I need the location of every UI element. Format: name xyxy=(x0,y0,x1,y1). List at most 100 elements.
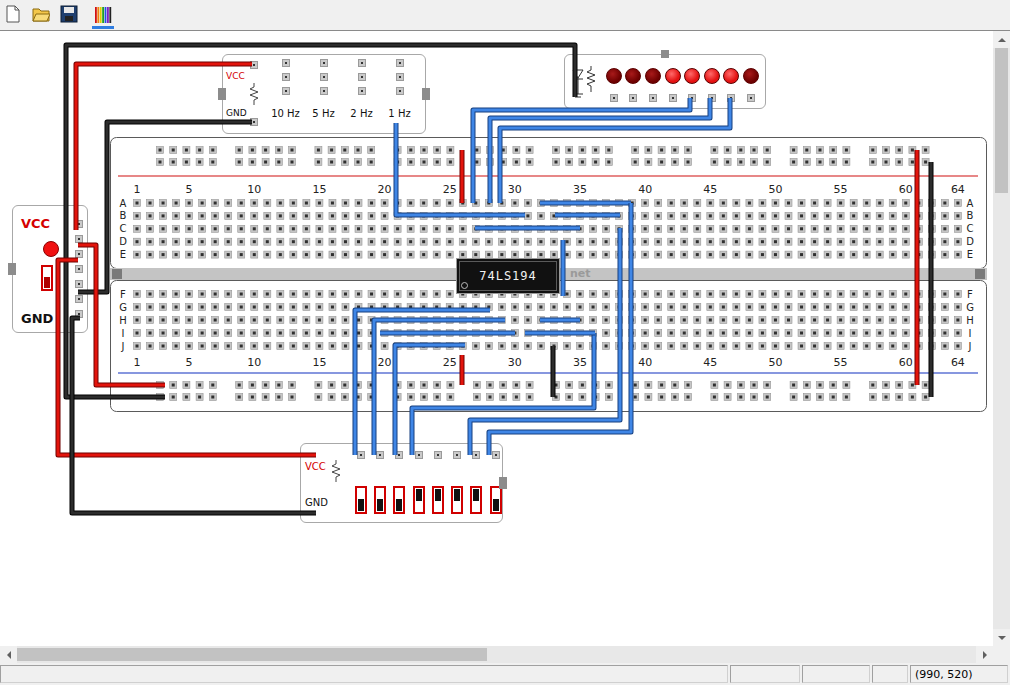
hole[interactable] xyxy=(772,238,779,245)
pin[interactable] xyxy=(727,94,735,102)
hole[interactable] xyxy=(511,330,518,337)
hole[interactable] xyxy=(251,238,258,245)
hole[interactable] xyxy=(446,291,453,298)
hole[interactable] xyxy=(513,394,520,401)
hole[interactable] xyxy=(173,225,180,232)
hole[interactable] xyxy=(605,382,612,389)
hole[interactable] xyxy=(511,304,518,311)
hole[interactable] xyxy=(550,330,557,337)
blue-wire[interactable] xyxy=(563,240,564,296)
hole[interactable] xyxy=(772,251,779,258)
hole[interactable] xyxy=(485,330,492,337)
hole[interactable] xyxy=(642,200,649,207)
hole[interactable] xyxy=(837,251,844,258)
hole[interactable] xyxy=(694,330,701,337)
pin[interactable] xyxy=(320,87,328,95)
hole[interactable] xyxy=(671,382,678,389)
hole[interactable] xyxy=(394,251,401,258)
hole[interactable] xyxy=(264,238,271,245)
hole[interactable] xyxy=(487,382,494,389)
hole[interactable] xyxy=(902,343,909,350)
hole[interactable] xyxy=(746,304,753,311)
hole[interactable] xyxy=(368,238,375,245)
hole[interactable] xyxy=(746,343,753,350)
hole[interactable] xyxy=(941,200,948,207)
hole[interactable] xyxy=(238,251,245,258)
hole[interactable] xyxy=(487,147,494,154)
hole[interactable] xyxy=(368,317,375,324)
hole[interactable] xyxy=(616,225,623,232)
hole[interactable] xyxy=(186,304,193,311)
hole[interactable] xyxy=(160,343,167,350)
hole[interactable] xyxy=(603,238,610,245)
hole[interactable] xyxy=(236,394,243,401)
hole[interactable] xyxy=(173,330,180,337)
hole[interactable] xyxy=(629,291,636,298)
hole[interactable] xyxy=(928,317,935,324)
pin[interactable] xyxy=(282,59,290,67)
hole[interactable] xyxy=(876,212,883,219)
hole[interactable] xyxy=(447,159,454,166)
hole[interactable] xyxy=(655,238,662,245)
hole[interactable] xyxy=(928,251,935,258)
pin[interactable] xyxy=(649,94,657,102)
hole[interactable] xyxy=(681,212,688,219)
hole[interactable] xyxy=(289,147,296,154)
hole[interactable] xyxy=(238,225,245,232)
hole[interactable] xyxy=(655,251,662,258)
hole[interactable] xyxy=(811,317,818,324)
hole[interactable] xyxy=(147,317,154,324)
hole[interactable] xyxy=(751,147,758,154)
hole[interactable] xyxy=(616,330,623,337)
hole[interactable] xyxy=(733,200,740,207)
hole[interactable] xyxy=(355,159,362,166)
hole[interactable] xyxy=(381,343,388,350)
hole[interactable] xyxy=(277,330,284,337)
hole[interactable] xyxy=(658,159,665,166)
hole[interactable] xyxy=(173,251,180,258)
hole[interactable] xyxy=(511,212,518,219)
hole[interactable] xyxy=(772,212,779,219)
hole[interactable] xyxy=(407,317,414,324)
hole[interactable] xyxy=(837,330,844,337)
hole[interactable] xyxy=(264,343,271,350)
hole[interactable] xyxy=(642,304,649,311)
hole[interactable] xyxy=(863,317,870,324)
hole[interactable] xyxy=(209,382,216,389)
hole[interactable] xyxy=(720,343,727,350)
hole[interactable] xyxy=(420,343,427,350)
hole[interactable] xyxy=(251,200,258,207)
hole[interactable] xyxy=(759,225,766,232)
hole[interactable] xyxy=(209,147,216,154)
hole[interactable] xyxy=(498,343,505,350)
hole[interactable] xyxy=(896,382,903,389)
dip-switch[interactable] xyxy=(393,486,405,514)
hole[interactable] xyxy=(707,212,714,219)
hole[interactable] xyxy=(249,147,256,154)
hole[interactable] xyxy=(759,330,766,337)
hole[interactable] xyxy=(251,330,258,337)
blue-wire[interactable] xyxy=(525,333,595,334)
hole[interactable] xyxy=(170,147,177,154)
hole[interactable] xyxy=(433,317,440,324)
hole[interactable] xyxy=(381,291,388,298)
hole[interactable] xyxy=(863,200,870,207)
hole[interactable] xyxy=(173,200,180,207)
hole[interactable] xyxy=(160,225,167,232)
hole[interactable] xyxy=(824,238,831,245)
hole[interactable] xyxy=(199,238,206,245)
pin[interactable] xyxy=(396,87,404,95)
hole[interactable] xyxy=(199,251,206,258)
hole[interactable] xyxy=(889,291,896,298)
hole[interactable] xyxy=(420,251,427,258)
hole[interactable] xyxy=(550,212,557,219)
hole[interactable] xyxy=(368,330,375,337)
hole[interactable] xyxy=(645,394,652,401)
hole[interactable] xyxy=(590,225,597,232)
hole[interactable] xyxy=(579,147,586,154)
hole[interactable] xyxy=(329,343,336,350)
hole[interactable] xyxy=(922,159,929,166)
hole[interactable] xyxy=(209,394,216,401)
hole[interactable] xyxy=(655,317,662,324)
hole[interactable] xyxy=(837,200,844,207)
